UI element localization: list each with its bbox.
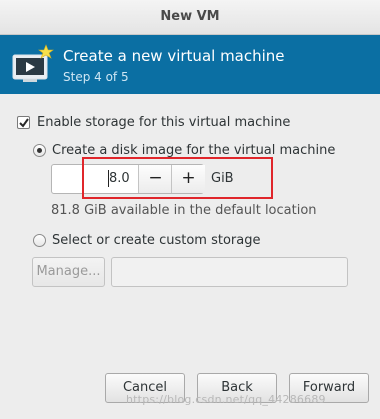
- disk-image-label[interactable]: Create a disk image for the virtual mach…: [52, 143, 335, 158]
- custom-storage-radio[interactable]: [33, 234, 46, 247]
- watermark-text: https://blog.csdn.net/qq_44286689: [126, 393, 326, 406]
- annotation-highlight-box: [82, 157, 273, 199]
- checkmark-icon: [19, 118, 29, 128]
- window-title: New VM: [160, 9, 220, 24]
- manage-button[interactable]: Manage...: [32, 257, 105, 287]
- disk-image-radio[interactable]: [33, 144, 46, 157]
- wizard-title: Create a new virtual machine: [63, 47, 285, 65]
- virtual-machine-new-icon: [11, 43, 55, 85]
- enable-storage-label[interactable]: Enable storage for this virtual machine: [37, 115, 290, 130]
- enable-storage-checkbox[interactable]: [17, 116, 30, 129]
- wizard-step: Step 4 of 5: [63, 70, 129, 84]
- available-space-text: 81.8 GiB available in the default locati…: [51, 203, 317, 218]
- window-titlebar: New VM: [0, 0, 380, 35]
- custom-storage-path-field[interactable]: [111, 257, 348, 287]
- wizard-banner: Create a new virtual machine Step 4 of 5: [0, 35, 380, 94]
- custom-storage-label[interactable]: Select or create custom storage: [52, 233, 260, 248]
